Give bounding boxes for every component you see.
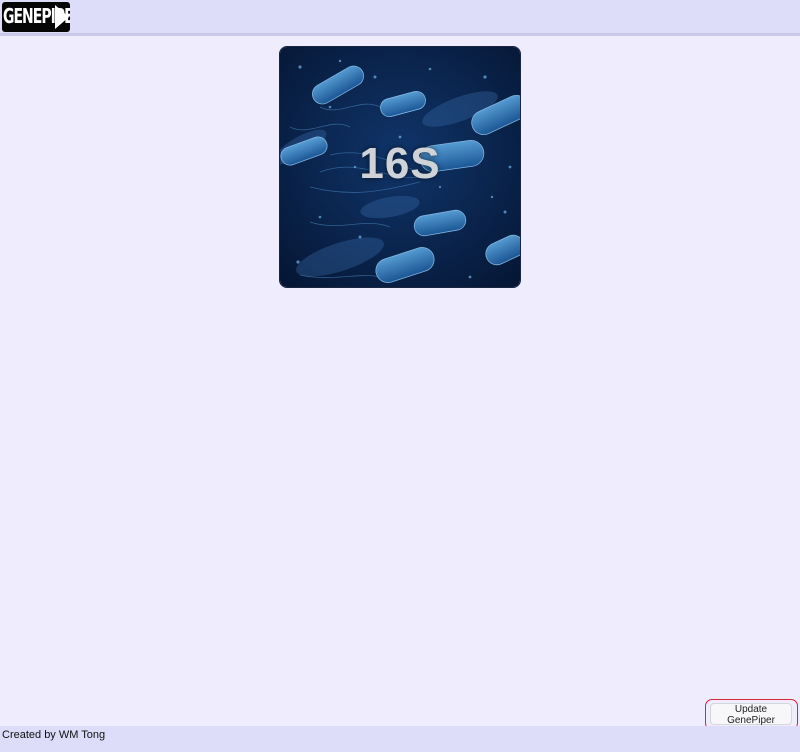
pipeline-card-16s[interactable]: 16S <box>279 46 521 288</box>
pipeline-card-label: 16S <box>359 139 441 188</box>
update-genepiper-button[interactable]: Update GenePiper <box>710 703 792 726</box>
genepiper-logo[interactable]: GENEPIPER <box>2 2 70 32</box>
app-header: GENEPIPER <box>0 0 800 36</box>
footer-credit: Created by WM Tong <box>2 729 106 741</box>
main-content: 16S <box>0 36 800 726</box>
play-arrow-icon <box>55 5 69 29</box>
app-footer: Created by WM Tong <box>0 726 800 752</box>
